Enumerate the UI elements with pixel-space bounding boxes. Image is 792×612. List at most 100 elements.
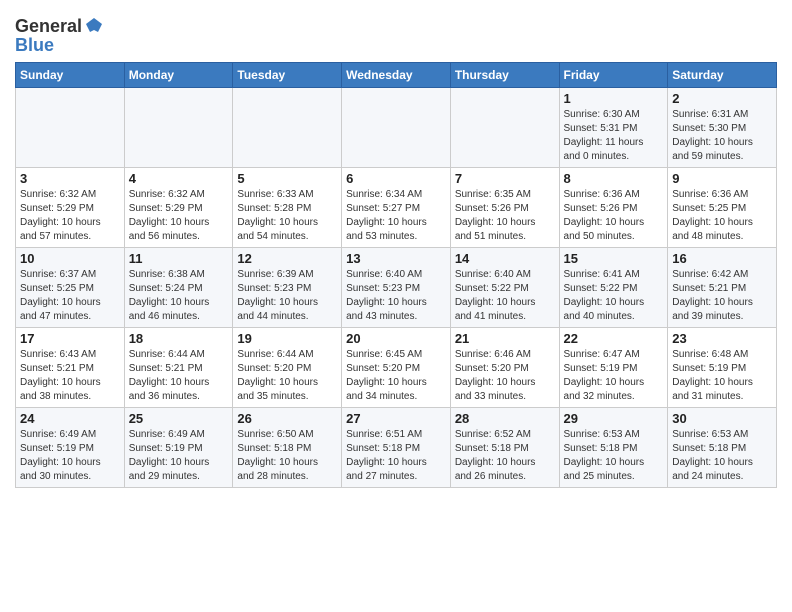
- day-info: Sunrise: 6:53 AM Sunset: 5:18 PM Dayligh…: [672, 428, 772, 484]
- calendar-cell: [233, 88, 342, 168]
- day-number: 4: [129, 171, 229, 186]
- calendar-week-row: 10 Sunrise: 6:37 AM Sunset: 5:25 PM Dayli…: [16, 248, 777, 328]
- calendar-cell: 3Sunrise: 6:32 AM Sunset: 5:29 PM Daylig…: [16, 168, 125, 248]
- logo-blue-text: Blue: [15, 35, 104, 56]
- day-info: Sunrise: 6:44 AM Sunset: 5:20 PM Dayligh…: [237, 348, 337, 404]
- logo-general-text: General: [15, 16, 82, 37]
- calendar-cell: 10 Sunrise: 6:37 AM Sunset: 5:25 PM Dayli…: [16, 248, 125, 328]
- day-number: 19: [237, 331, 337, 346]
- day-info: Sunrise: 6:32 AM Sunset: 5:29 PM Dayligh…: [129, 188, 229, 244]
- day-number: 27: [346, 411, 446, 426]
- day-number: 11: [129, 251, 229, 266]
- day-number: 25: [129, 411, 229, 426]
- calendar-cell: 20 Sunrise: 6:45 AM Sunset: 5:20 PM Dayli…: [342, 328, 451, 408]
- day-info: Sunrise: 6:43 AM Sunset: 5:21 PM Dayligh…: [20, 348, 120, 404]
- day-number: 8: [564, 171, 664, 186]
- day-number: 29: [564, 411, 664, 426]
- day-info: Sunrise: 6:46 AM Sunset: 5:20 PM Dayligh…: [455, 348, 555, 404]
- calendar-cell: 15Sunrise: 6:41 AM Sunset: 5:22 PM Dayli…: [559, 248, 668, 328]
- day-info: Sunrise: 6:36 AM Sunset: 5:25 PM Dayligh…: [672, 188, 772, 244]
- day-info: Sunrise: 6:38 AM Sunset: 5:24 PM Dayligh…: [129, 268, 229, 324]
- day-info: Sunrise: 6:45 AM Sunset: 5:20 PM Dayligh…: [346, 348, 446, 404]
- logo: General Blue: [15, 16, 104, 56]
- day-number: 21: [455, 331, 555, 346]
- day-info: Sunrise: 6:52 AM Sunset: 5:18 PM Dayligh…: [455, 428, 555, 484]
- day-info: Sunrise: 6:32 AM Sunset: 5:29 PM Dayligh…: [20, 188, 120, 244]
- day-info: Sunrise: 6:44 AM Sunset: 5:21 PM Dayligh…: [129, 348, 229, 404]
- day-info: Sunrise: 6:31 AM Sunset: 5:30 PM Dayligh…: [672, 108, 772, 164]
- calendar-week-row: 1 Sunrise: 6:30 AM Sunset: 5:31 PM Daylig…: [16, 88, 777, 168]
- calendar-col-header: Monday: [124, 63, 233, 88]
- day-info: Sunrise: 6:40 AM Sunset: 5:22 PM Dayligh…: [455, 268, 555, 324]
- calendar-week-row: 24Sunrise: 6:49 AM Sunset: 5:19 PM Dayli…: [16, 408, 777, 488]
- calendar-cell: 23 Sunrise: 6:48 AM Sunset: 5:19 PM Dayli…: [668, 328, 777, 408]
- calendar-cell: 27 Sunrise: 6:51 AM Sunset: 5:18 PM Dayli…: [342, 408, 451, 488]
- day-number: 16: [672, 251, 772, 266]
- calendar-cell: 7 Sunrise: 6:35 AM Sunset: 5:26 PM Daylig…: [450, 168, 559, 248]
- day-number: 14: [455, 251, 555, 266]
- day-number: 17: [20, 331, 120, 346]
- calendar-cell: 18Sunrise: 6:44 AM Sunset: 5:21 PM Dayli…: [124, 328, 233, 408]
- day-info: Sunrise: 6:37 AM Sunset: 5:25 PM Dayligh…: [20, 268, 120, 324]
- calendar-cell: [342, 88, 451, 168]
- calendar-cell: 21 Sunrise: 6:46 AM Sunset: 5:20 PM Dayli…: [450, 328, 559, 408]
- calendar-cell: 9 Sunrise: 6:36 AM Sunset: 5:25 PM Daylig…: [668, 168, 777, 248]
- calendar-cell: 2 Sunrise: 6:31 AM Sunset: 5:30 PM Daylig…: [668, 88, 777, 168]
- logo-flag-icon: [84, 16, 104, 36]
- calendar-cell: 14 Sunrise: 6:40 AM Sunset: 5:22 PM Dayli…: [450, 248, 559, 328]
- day-number: 2: [672, 91, 772, 106]
- day-number: 9: [672, 171, 772, 186]
- day-info: Sunrise: 6:41 AM Sunset: 5:22 PM Dayligh…: [564, 268, 664, 324]
- calendar-week-row: 17 Sunrise: 6:43 AM Sunset: 5:21 PM Dayli…: [16, 328, 777, 408]
- calendar-col-header: Friday: [559, 63, 668, 88]
- day-number: 26: [237, 411, 337, 426]
- calendar-col-header: Sunday: [16, 63, 125, 88]
- calendar-cell: 22Sunrise: 6:47 AM Sunset: 5:19 PM Dayli…: [559, 328, 668, 408]
- calendar-cell: [16, 88, 125, 168]
- day-number: 6: [346, 171, 446, 186]
- day-number: 7: [455, 171, 555, 186]
- calendar-cell: 12Sunrise: 6:39 AM Sunset: 5:23 PM Dayli…: [233, 248, 342, 328]
- calendar-cell: 17 Sunrise: 6:43 AM Sunset: 5:21 PM Dayli…: [16, 328, 125, 408]
- day-info: Sunrise: 6:48 AM Sunset: 5:19 PM Dayligh…: [672, 348, 772, 404]
- day-info: Sunrise: 6:53 AM Sunset: 5:18 PM Dayligh…: [564, 428, 664, 484]
- calendar-cell: 4 Sunrise: 6:32 AM Sunset: 5:29 PM Daylig…: [124, 168, 233, 248]
- calendar-cell: 11 Sunrise: 6:38 AM Sunset: 5:24 PM Dayli…: [124, 248, 233, 328]
- day-number: 20: [346, 331, 446, 346]
- day-number: 10: [20, 251, 120, 266]
- day-number: 28: [455, 411, 555, 426]
- calendar-body: 1 Sunrise: 6:30 AM Sunset: 5:31 PM Daylig…: [16, 88, 777, 488]
- day-number: 23: [672, 331, 772, 346]
- calendar-week-row: 3Sunrise: 6:32 AM Sunset: 5:29 PM Daylig…: [16, 168, 777, 248]
- day-info: Sunrise: 6:49 AM Sunset: 5:19 PM Dayligh…: [129, 428, 229, 484]
- day-info: Sunrise: 6:42 AM Sunset: 5:21 PM Dayligh…: [672, 268, 772, 324]
- day-info: Sunrise: 6:36 AM Sunset: 5:26 PM Dayligh…: [564, 188, 664, 244]
- day-number: 22: [564, 331, 664, 346]
- calendar-cell: 24Sunrise: 6:49 AM Sunset: 5:19 PM Dayli…: [16, 408, 125, 488]
- day-info: Sunrise: 6:40 AM Sunset: 5:23 PM Dayligh…: [346, 268, 446, 324]
- calendar-col-header: Saturday: [668, 63, 777, 88]
- calendar-cell: 5Sunrise: 6:33 AM Sunset: 5:28 PM Daylig…: [233, 168, 342, 248]
- calendar-cell: 30 Sunrise: 6:53 AM Sunset: 5:18 PM Dayli…: [668, 408, 777, 488]
- day-info: Sunrise: 6:49 AM Sunset: 5:19 PM Dayligh…: [20, 428, 120, 484]
- day-info: Sunrise: 6:33 AM Sunset: 5:28 PM Dayligh…: [237, 188, 337, 244]
- calendar-cell: 28 Sunrise: 6:52 AM Sunset: 5:18 PM Dayli…: [450, 408, 559, 488]
- calendar-cell: [124, 88, 233, 168]
- day-info: Sunrise: 6:50 AM Sunset: 5:18 PM Dayligh…: [237, 428, 337, 484]
- day-info: Sunrise: 6:39 AM Sunset: 5:23 PM Dayligh…: [237, 268, 337, 324]
- day-info: Sunrise: 6:30 AM Sunset: 5:31 PM Dayligh…: [564, 108, 664, 164]
- day-number: 30: [672, 411, 772, 426]
- day-info: Sunrise: 6:51 AM Sunset: 5:18 PM Dayligh…: [346, 428, 446, 484]
- calendar-cell: 19 Sunrise: 6:44 AM Sunset: 5:20 PM Dayli…: [233, 328, 342, 408]
- page: General Blue SundayMondayTuesdayWednesda…: [0, 0, 792, 503]
- calendar-cell: 13 Sunrise: 6:40 AM Sunset: 5:23 PM Dayli…: [342, 248, 451, 328]
- calendar-col-header: Wednesday: [342, 63, 451, 88]
- calendar-cell: [450, 88, 559, 168]
- calendar-cell: 25 Sunrise: 6:49 AM Sunset: 5:19 PM Dayli…: [124, 408, 233, 488]
- day-number: 1: [564, 91, 664, 106]
- calendar-cell: 1 Sunrise: 6:30 AM Sunset: 5:31 PM Daylig…: [559, 88, 668, 168]
- day-number: 13: [346, 251, 446, 266]
- day-info: Sunrise: 6:35 AM Sunset: 5:26 PM Dayligh…: [455, 188, 555, 244]
- header: General Blue: [15, 10, 777, 56]
- calendar-header-row: SundayMondayTuesdayWednesdayThursdayFrid…: [16, 63, 777, 88]
